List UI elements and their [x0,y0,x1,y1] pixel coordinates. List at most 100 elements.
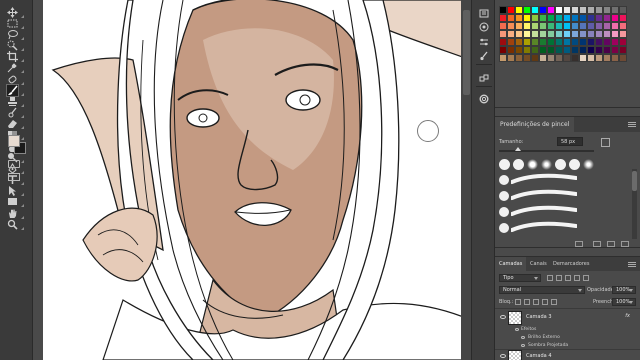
brush-tip-soft[interactable] [583,159,594,170]
color-swatch[interactable] [539,30,547,38]
color-swatch[interactable] [563,54,571,62]
color-swatch[interactable] [515,38,523,46]
lasso-icon[interactable] [7,29,18,40]
lock-all-icon[interactable] [551,299,557,305]
color-swatch[interactable] [523,14,531,22]
layer-filter-select[interactable]: Tipo [499,274,541,282]
healing-brush-icon[interactable] [7,74,18,85]
color-swatch[interactable] [547,6,555,14]
color-swatch[interactable] [611,54,619,62]
color-swatch[interactable] [579,6,587,14]
color-swatch[interactable] [579,22,587,30]
brush-panel-folder-icon[interactable] [593,241,601,247]
color-swatch[interactable] [611,6,619,14]
canvas-scrollbar[interactable] [461,0,471,360]
clone-stamp-icon[interactable] [7,96,18,107]
color-swatch[interactable] [555,6,563,14]
opacity-input[interactable]: 100% [612,286,636,294]
marquee-icon[interactable] [7,18,18,29]
clone-source-icon[interactable] [479,74,489,84]
brush-panel-toggle-icon[interactable] [575,241,583,247]
color-swatch[interactable] [611,14,619,22]
brush-preset-stroke[interactable] [511,221,577,234]
color-swatch[interactable] [531,22,539,30]
color-swatch[interactable] [563,14,571,22]
color-swatch[interactable] [579,14,587,22]
color-swatch[interactable] [507,22,515,30]
color-swatch[interactable] [507,54,515,62]
color-swatch[interactable] [587,46,595,54]
hand-icon[interactable] [7,208,18,219]
color-swatch[interactable] [507,14,515,22]
color-swatch[interactable] [523,54,531,62]
color-swatch[interactable] [603,22,611,30]
color-swatch[interactable] [555,30,563,38]
color-swatch[interactable] [603,46,611,54]
color-swatch[interactable] [587,54,595,62]
layer-row[interactable]: Camada 3 fx Efeitos Brilho Externo Sombr… [495,308,640,348]
color-swatch[interactable] [563,30,571,38]
color-swatch[interactable] [619,14,627,22]
brush-panel-title[interactable]: Predefinições de pincel [495,117,575,132]
effect-visibility-eye-icon[interactable] [521,336,525,339]
color-swatch[interactable] [587,14,595,22]
color-swatch[interactable] [499,22,507,30]
brush-tip-hard[interactable] [513,159,524,170]
layer-fx-badge[interactable]: fx [625,313,630,319]
brush-panel-menu-icon[interactable] [628,122,636,127]
color-swatch[interactable] [499,54,507,62]
zoom-icon[interactable] [7,219,18,230]
effects-visibility-eye-icon[interactable] [515,328,519,331]
brush-preset-dot[interactable] [499,223,509,233]
quick-mask-icon[interactable] [8,160,20,168]
color-swatch[interactable] [611,30,619,38]
color-swatch[interactable] [587,38,595,46]
color-swatch[interactable] [499,6,507,14]
color-icon[interactable] [479,22,489,32]
color-swatch[interactable] [539,22,547,30]
brush-icon[interactable] [6,84,19,97]
color-swatch[interactable] [579,46,587,54]
color-swatch[interactable] [571,22,579,30]
color-swatch[interactable] [563,6,571,14]
color-swatch[interactable] [515,22,523,30]
color-swatch[interactable] [539,6,547,14]
color-swatch[interactable] [547,46,555,54]
color-swatch[interactable] [507,38,515,46]
tab-paths[interactable]: Demarcadores [549,257,593,271]
color-swatch[interactable] [595,38,603,46]
brush-size-slider[interactable] [499,150,594,152]
eyedropper-icon[interactable] [7,62,18,73]
filter-adjust-icon[interactable] [556,275,562,281]
color-swatch[interactable] [571,54,579,62]
color-swatch[interactable] [523,38,531,46]
color-swatch[interactable] [507,6,515,14]
brush-tip-soft[interactable] [527,159,538,170]
path-select-icon[interactable] [7,185,18,196]
lock-pixels-icon[interactable] [524,299,530,305]
brush-tip-hard[interactable] [569,159,580,170]
tab-channels[interactable]: Canais [526,257,551,271]
color-swatch[interactable] [555,38,563,46]
filter-type-icon[interactable] [565,275,571,281]
layer-row[interactable]: Camada 4 [495,349,640,360]
effect-visibility-eye-icon[interactable] [521,344,525,347]
brush-settings-icon[interactable] [479,51,489,61]
color-swatch[interactable] [523,46,531,54]
brush-preset-stroke[interactable] [511,173,577,186]
color-swatch[interactable] [619,22,627,30]
color-swatch[interactable] [507,30,515,38]
filter-shape-icon[interactable] [574,275,580,281]
color-swatch[interactable] [579,30,587,38]
fill-input[interactable]: 100% [612,298,636,306]
color-swatch[interactable] [539,46,547,54]
layer-name[interactable]: Camada 4 [526,353,552,359]
color-swatch[interactable] [579,38,587,46]
color-swatch[interactable] [555,14,563,22]
brush-panel-new-icon[interactable] [607,241,615,247]
color-swatch[interactable] [547,30,555,38]
layer-visibility-eye-icon[interactable] [500,354,506,358]
filter-smart-icon[interactable] [583,275,589,281]
color-swatch[interactable] [595,6,603,14]
color-swatch[interactable] [619,30,627,38]
